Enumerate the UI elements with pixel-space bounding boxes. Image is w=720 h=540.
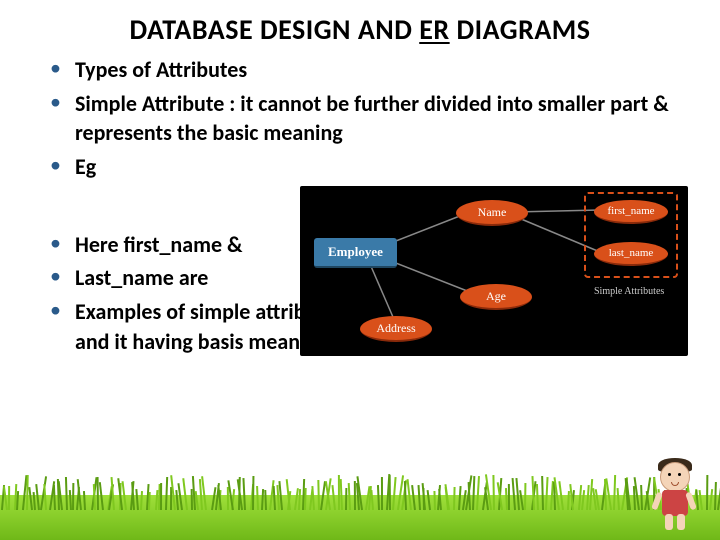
- attr-label: Name: [478, 205, 507, 220]
- bullet-dot-icon: •: [50, 55, 61, 81]
- attr-label: Address: [376, 321, 415, 336]
- attr-label: last_name: [609, 247, 654, 259]
- attribute-oval-age: Age: [460, 284, 532, 310]
- slide-title: DATABASE DESIGN AND ER DIAGRAMS: [0, 0, 720, 55]
- attribute-oval-lastname: last_name: [594, 242, 668, 266]
- bullet-dot-icon: •: [50, 152, 61, 178]
- bullet-text: Eg: [75, 152, 96, 182]
- bullet-item: • Simple Attribute : it cannot be furthe…: [50, 89, 690, 148]
- bullet-item: • Eg: [50, 152, 690, 182]
- attr-label: Age: [486, 289, 506, 304]
- attribute-oval-firstname: first_name: [594, 200, 668, 224]
- bullet-text: Here first_name &: [75, 230, 243, 260]
- entity-box: Employee: [314, 238, 397, 268]
- bullet-item: • Types of Attributes: [50, 55, 690, 85]
- attribute-oval-address: Address: [360, 316, 432, 342]
- grass-decoration: [0, 470, 720, 540]
- simple-attributes-label: Simple Attributes: [594, 286, 664, 297]
- title-part-2: DIAGRAMS: [450, 12, 591, 47]
- bullet-text: Types of Attributes: [75, 55, 247, 85]
- bullet-text: Simple Attribute : it cannot be further …: [75, 89, 690, 148]
- bullet-dot-icon: •: [50, 263, 61, 289]
- bullet-dot-icon: •: [50, 230, 61, 256]
- attribute-oval-name: Name: [456, 200, 528, 226]
- cartoon-character: [648, 458, 702, 530]
- title-underlined: ER: [419, 12, 449, 47]
- attr-label: first_name: [607, 205, 654, 217]
- title-part-1: DATABASE DESIGN AND: [129, 12, 419, 47]
- bullet-dot-icon: •: [50, 89, 61, 115]
- er-diagram: Employee Name Age Address first_name las…: [300, 186, 688, 356]
- entity-label: Employee: [328, 244, 383, 259]
- bullet-text: Last_name are: [75, 263, 208, 293]
- bullet-dot-icon: •: [50, 297, 61, 323]
